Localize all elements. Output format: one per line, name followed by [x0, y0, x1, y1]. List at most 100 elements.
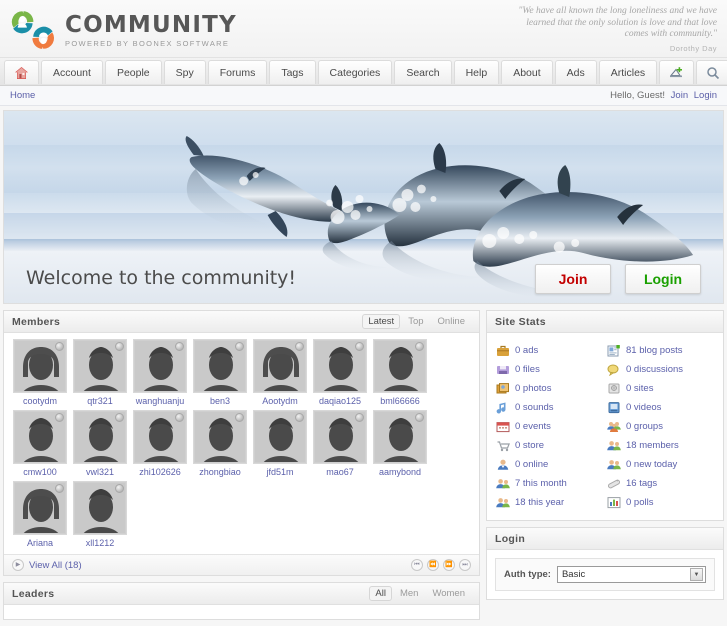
- stat-row[interactable]: 0 files: [495, 360, 606, 379]
- member-cell[interactable]: zhongbiao: [191, 410, 249, 477]
- avatar[interactable]: [193, 410, 247, 464]
- login-link[interactable]: Login: [694, 90, 717, 101]
- stat-label[interactable]: 81 blog posts: [626, 345, 683, 356]
- stat-row[interactable]: 7 this month: [495, 474, 606, 493]
- nav-item-home[interactable]: [4, 60, 39, 84]
- member-name[interactable]: bml66666: [371, 396, 429, 406]
- stat-row[interactable]: 18 this year: [495, 493, 606, 512]
- stat-label[interactable]: 0 groups: [626, 421, 663, 432]
- stat-label[interactable]: 0 files: [515, 364, 540, 375]
- avatar[interactable]: [253, 339, 307, 393]
- pager-prev-icon[interactable]: ⏪: [427, 559, 439, 571]
- nav-item-articles[interactable]: Articles: [598, 60, 658, 84]
- nav-item-about[interactable]: About: [501, 60, 553, 84]
- member-cell[interactable]: cootydm: [11, 339, 69, 406]
- stat-row[interactable]: 0 polls: [606, 493, 717, 512]
- stat-label[interactable]: 0 polls: [626, 497, 653, 508]
- banner-join-button[interactable]: Join: [535, 264, 611, 294]
- nav-item-forums[interactable]: Forums: [207, 60, 268, 84]
- avatar[interactable]: [73, 410, 127, 464]
- member-cell[interactable]: mao67: [311, 410, 369, 477]
- stat-row[interactable]: 0 new today: [606, 455, 717, 474]
- pager-next-icon[interactable]: ⏩: [443, 559, 455, 571]
- nav-item-search-icon[interactable]: [696, 60, 727, 84]
- avatar[interactable]: [13, 481, 67, 535]
- stat-label[interactable]: 0 discussions: [626, 364, 683, 375]
- nav-item-ads[interactable]: Ads: [554, 60, 597, 84]
- member-name[interactable]: Ariana: [11, 538, 69, 548]
- member-cell[interactable]: zhi102626: [131, 410, 189, 477]
- nav-item-help[interactable]: Help: [453, 60, 500, 84]
- avatar[interactable]: [73, 339, 127, 393]
- stat-label[interactable]: 0 events: [515, 421, 551, 432]
- stat-row[interactable]: 0 online: [495, 455, 606, 474]
- stat-label[interactable]: 0 new today: [626, 459, 677, 470]
- stat-label[interactable]: 0 photos: [515, 383, 551, 394]
- tab-women[interactable]: Women: [426, 586, 471, 601]
- stat-label[interactable]: 0 sites: [626, 383, 653, 394]
- nav-item-account[interactable]: Account: [41, 60, 103, 84]
- member-cell[interactable]: aamybond: [371, 410, 429, 477]
- nav-item-categories[interactable]: Categories: [317, 60, 393, 84]
- member-cell[interactable]: ben3: [191, 339, 249, 406]
- avatar[interactable]: [193, 339, 247, 393]
- member-name[interactable]: qtr321: [71, 396, 129, 406]
- nav-item-spy[interactable]: Spy: [163, 60, 206, 84]
- stat-label[interactable]: 0 ads: [515, 345, 538, 356]
- member-cell[interactable]: wanghuanju: [131, 339, 189, 406]
- stat-row[interactable]: 0 store: [495, 436, 606, 455]
- member-cell[interactable]: vwl321: [71, 410, 129, 477]
- member-name[interactable]: wanghuanju: [131, 396, 189, 406]
- nav-item-upload[interactable]: [659, 60, 695, 84]
- pager-first-icon[interactable]: ⏮: [411, 559, 423, 571]
- auth-type-select[interactable]: Basic ▼: [556, 566, 706, 583]
- member-cell[interactable]: qtr321: [71, 339, 129, 406]
- tab-top[interactable]: Top: [402, 314, 429, 329]
- tab-online[interactable]: Online: [432, 314, 471, 329]
- member-name[interactable]: ben3: [191, 396, 249, 406]
- stat-label[interactable]: 0 online: [515, 459, 548, 470]
- view-all-members[interactable]: ▶ View All (18): [12, 559, 82, 571]
- stat-row[interactable]: 81 blog posts: [606, 341, 717, 360]
- avatar[interactable]: [313, 339, 367, 393]
- tab-all[interactable]: All: [369, 586, 392, 601]
- member-name[interactable]: xll1212: [71, 538, 129, 548]
- member-name[interactable]: jfd51m: [251, 467, 309, 477]
- nav-item-search[interactable]: Search: [394, 60, 452, 84]
- stat-row[interactable]: 0 sites: [606, 379, 717, 398]
- avatar[interactable]: [313, 410, 367, 464]
- stat-row[interactable]: 0 videos: [606, 398, 717, 417]
- member-name[interactable]: cootydm: [11, 396, 69, 406]
- member-name[interactable]: zhongbiao: [191, 467, 249, 477]
- avatar[interactable]: [133, 339, 187, 393]
- member-cell[interactable]: cmw100: [11, 410, 69, 477]
- stat-label[interactable]: 16 tags: [626, 478, 657, 489]
- member-name[interactable]: daqiao125: [311, 396, 369, 406]
- member-cell[interactable]: Ariana: [11, 481, 69, 548]
- stat-label[interactable]: 0 videos: [626, 402, 661, 413]
- stat-row[interactable]: 18 members: [606, 436, 717, 455]
- stat-row[interactable]: 0 groups: [606, 417, 717, 436]
- stat-row[interactable]: 16 tags: [606, 474, 717, 493]
- stat-row[interactable]: 0 ads: [495, 341, 606, 360]
- avatar[interactable]: [253, 410, 307, 464]
- member-cell[interactable]: daqiao125: [311, 339, 369, 406]
- member-cell[interactable]: jfd51m: [251, 410, 309, 477]
- avatar[interactable]: [13, 339, 67, 393]
- nav-item-people[interactable]: People: [104, 60, 162, 84]
- member-cell[interactable]: xll1212: [71, 481, 129, 548]
- avatar[interactable]: [133, 410, 187, 464]
- stat-label[interactable]: 0 store: [515, 440, 544, 451]
- breadcrumb-home[interactable]: Home: [10, 90, 35, 101]
- member-name[interactable]: cmw100: [11, 467, 69, 477]
- member-name[interactable]: mao67: [311, 467, 369, 477]
- stat-row[interactable]: 0 photos: [495, 379, 606, 398]
- member-cell[interactable]: bml66666: [371, 339, 429, 406]
- member-name[interactable]: aamybond: [371, 467, 429, 477]
- tab-men[interactable]: Men: [394, 586, 424, 601]
- nav-item-tags[interactable]: Tags: [269, 60, 316, 84]
- stat-label[interactable]: 7 this month: [515, 478, 567, 489]
- site-logo[interactable]: COMMUNITY POWERED BY BOONEX SOFTWARE: [10, 8, 237, 52]
- member-name[interactable]: vwl321: [71, 467, 129, 477]
- member-name[interactable]: Aootydm: [251, 396, 309, 406]
